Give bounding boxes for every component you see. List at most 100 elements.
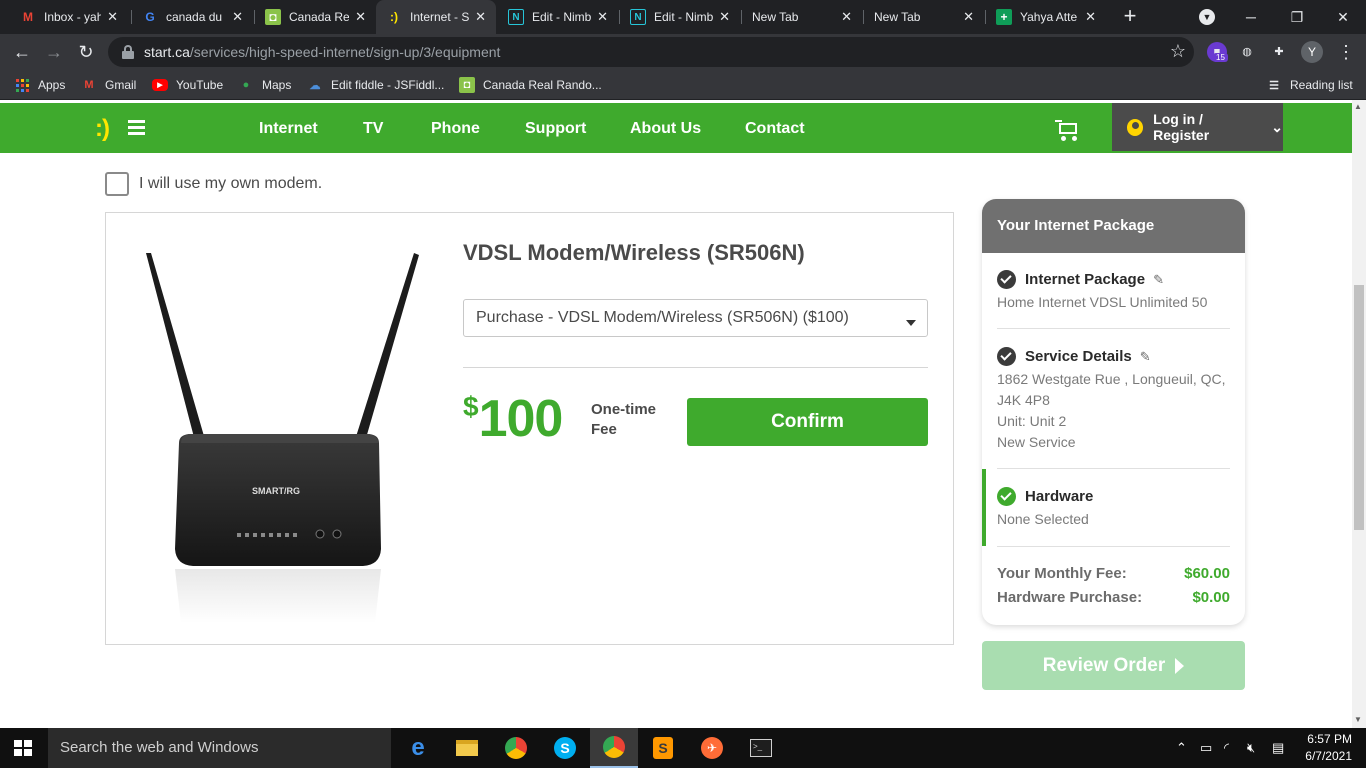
- tab-sheets[interactable]: + Yahya Atte ✕: [986, 0, 1106, 34]
- cart-icon[interactable]: [1055, 119, 1079, 141]
- router-brand-label: SMART/RG: [252, 486, 300, 496]
- scroll-up-arrow-icon[interactable]: ▲: [1354, 102, 1362, 111]
- back-button[interactable]: ←: [10, 40, 34, 64]
- edge-icon[interactable]: e: [394, 728, 442, 768]
- bookmark-jsfiddle[interactable]: ☁ Edit fiddle - JSFiddl...: [307, 75, 445, 95]
- bookmark-label: Gmail: [105, 78, 137, 92]
- new-tab-button[interactable]: +: [1119, 5, 1141, 27]
- own-modem-option[interactable]: I will use my own modem.: [105, 172, 322, 196]
- bookmark-apps[interactable]: Apps: [14, 75, 65, 95]
- tab-nimbus-2[interactable]: N Edit - Nimb ✕: [620, 0, 740, 34]
- postman-icon[interactable]: ✈: [688, 728, 736, 768]
- nav-about-us[interactable]: About Us: [630, 120, 701, 138]
- gmail-icon: M: [84, 79, 94, 91]
- tab-inbox[interactable]: M Inbox - yah ✕: [10, 0, 128, 34]
- close-window-button[interactable]: ✕: [1320, 0, 1366, 34]
- hardware-section: Hardware None Selected: [982, 487, 1245, 530]
- hardware-title: Hardware: [1025, 488, 1094, 505]
- file-explorer-icon[interactable]: [443, 728, 491, 768]
- fee-label: One-time Fee: [591, 400, 671, 440]
- tab-google-search[interactable]: G canada du ✕: [132, 0, 253, 34]
- tab-canada-real[interactable]: ◘ Canada Re ✕: [255, 0, 376, 34]
- nav-phone[interactable]: Phone: [431, 120, 480, 138]
- taskbar-search-box[interactable]: Search the web and Windows: [48, 728, 391, 768]
- profile-avatar[interactable]: Y: [1301, 41, 1323, 63]
- package-heading: Your Internet Package: [982, 199, 1245, 253]
- close-icon[interactable]: ✕: [355, 9, 366, 25]
- chrome-profile-icon[interactable]: [590, 728, 638, 768]
- close-icon[interactable]: ✕: [841, 9, 852, 25]
- close-icon[interactable]: ✕: [232, 9, 243, 25]
- package-summary: Your Internet Package Internet Package ✎…: [982, 199, 1245, 625]
- tab-new-tab-2[interactable]: New Tab ✕: [864, 0, 984, 34]
- minimize-button[interactable]: ─: [1228, 0, 1274, 34]
- router-image: SMART/RG: [146, 253, 419, 623]
- taskbar-clock[interactable]: 6:57 PM 6/7/2021: [1300, 731, 1352, 765]
- jsfiddle-cloud-icon: ☁: [309, 79, 321, 92]
- own-modem-checkbox[interactable]: [105, 172, 129, 196]
- bookmark-star-icon[interactable]: ☆: [1170, 41, 1186, 62]
- bookmark-canada-real[interactable]: ◘ Canada Real Rando...: [459, 75, 602, 95]
- login-register-button[interactable]: Log in / Register ⌄: [1112, 103, 1283, 151]
- fee-line-2: Fee: [591, 421, 617, 438]
- nav-internet[interactable]: Internet: [259, 120, 318, 138]
- close-icon[interactable]: ✕: [107, 9, 118, 25]
- forward-button[interactable]: →: [42, 40, 66, 64]
- restore-button[interactable]: ❐: [1274, 0, 1320, 34]
- tab-search-button[interactable]: ▼: [1184, 0, 1230, 34]
- youtube-icon: ▶: [152, 79, 168, 91]
- chevron-down-icon: ⌄: [1271, 118, 1283, 135]
- browser-tab-strip: M Inbox - yah ✕ G canada du ✕ ◘ Canada R…: [0, 0, 1366, 34]
- volume-muted-icon[interactable]: 🔇︎: [1247, 740, 1255, 756]
- close-icon[interactable]: ✕: [719, 9, 730, 25]
- reading-list[interactable]: ☰ Reading list: [1266, 75, 1353, 95]
- bookmark-maps[interactable]: ● Maps: [238, 75, 292, 95]
- monthly-fee-row: Your Monthly Fee: $60.00: [997, 565, 1230, 582]
- own-modem-label: I will use my own modem.: [139, 175, 323, 192]
- skype-icon[interactable]: S: [541, 728, 589, 768]
- windows-taskbar: Search the web and Windows e S S ✈ >_ ⌃ …: [0, 728, 1366, 768]
- tab-nimbus-1[interactable]: N Edit - Nimb ✕: [498, 0, 618, 34]
- puzzle-icon[interactable]: ✚: [1269, 42, 1289, 62]
- tab-new-tab-1[interactable]: New Tab ✕: [742, 0, 862, 34]
- price-display: $ 100: [463, 390, 563, 448]
- windows-start-icon[interactable]: [14, 740, 32, 756]
- nav-support[interactable]: Support: [525, 120, 586, 138]
- nav-tv[interactable]: TV: [363, 120, 383, 138]
- start-logo[interactable]: :): [95, 115, 110, 143]
- sublime-text-icon[interactable]: S: [639, 728, 687, 768]
- globe-icon[interactable]: ◍: [1237, 42, 1257, 62]
- menu-kebab-icon[interactable]: ⋮: [1334, 40, 1358, 64]
- wifi-icon[interactable]: ◜: [1224, 740, 1229, 756]
- confirm-button[interactable]: Confirm: [687, 398, 928, 446]
- hardware-purchase-row: Hardware Purchase: $0.00: [997, 589, 1230, 606]
- tab-title: Edit - Nimb: [654, 10, 714, 24]
- close-icon[interactable]: ✕: [963, 9, 974, 25]
- google-icon: G: [145, 10, 155, 24]
- chevron-up-icon[interactable]: ⌃: [1176, 740, 1187, 756]
- close-icon[interactable]: ✕: [475, 9, 486, 25]
- chrome-icon[interactable]: [492, 728, 540, 768]
- bookmark-youtube[interactable]: ▶ YouTube: [152, 75, 223, 95]
- scroll-down-arrow-icon[interactable]: ▼: [1354, 715, 1362, 724]
- reload-button[interactable]: ↻: [74, 40, 98, 64]
- close-icon[interactable]: ✕: [597, 9, 608, 25]
- hamburger-menu-icon[interactable]: [128, 120, 145, 135]
- edit-pencil-icon[interactable]: ✎: [1140, 349, 1151, 365]
- chevron-down-icon: ▼: [1199, 9, 1215, 25]
- bookmark-gmail[interactable]: M Gmail: [81, 75, 136, 95]
- monthly-fee-label: Your Monthly Fee:: [997, 565, 1127, 582]
- tab-internet-active[interactable]: :) Internet - S ✕: [376, 0, 496, 34]
- close-icon[interactable]: ✕: [1085, 9, 1096, 25]
- internet-package-section: Internet Package ✎ Home Internet VDSL Un…: [982, 270, 1245, 313]
- product-title: VDSL Modem/Wireless (SR506N): [463, 240, 805, 265]
- nav-contact[interactable]: Contact: [745, 120, 805, 138]
- address-bar[interactable]: start.ca/services/high-speed-internet/si…: [108, 37, 1194, 67]
- scrollbar-thumb[interactable]: [1354, 285, 1364, 530]
- terminal-icon[interactable]: >_: [737, 728, 785, 768]
- review-order-button[interactable]: Review Order: [982, 641, 1245, 690]
- notification-icon[interactable]: ▤: [1272, 740, 1284, 756]
- battery-icon[interactable]: ▭: [1200, 740, 1212, 756]
- edit-pencil-icon[interactable]: ✎: [1153, 272, 1164, 288]
- equipment-option-select[interactable]: Purchase - VDSL Modem/Wireless (SR506N) …: [463, 299, 928, 337]
